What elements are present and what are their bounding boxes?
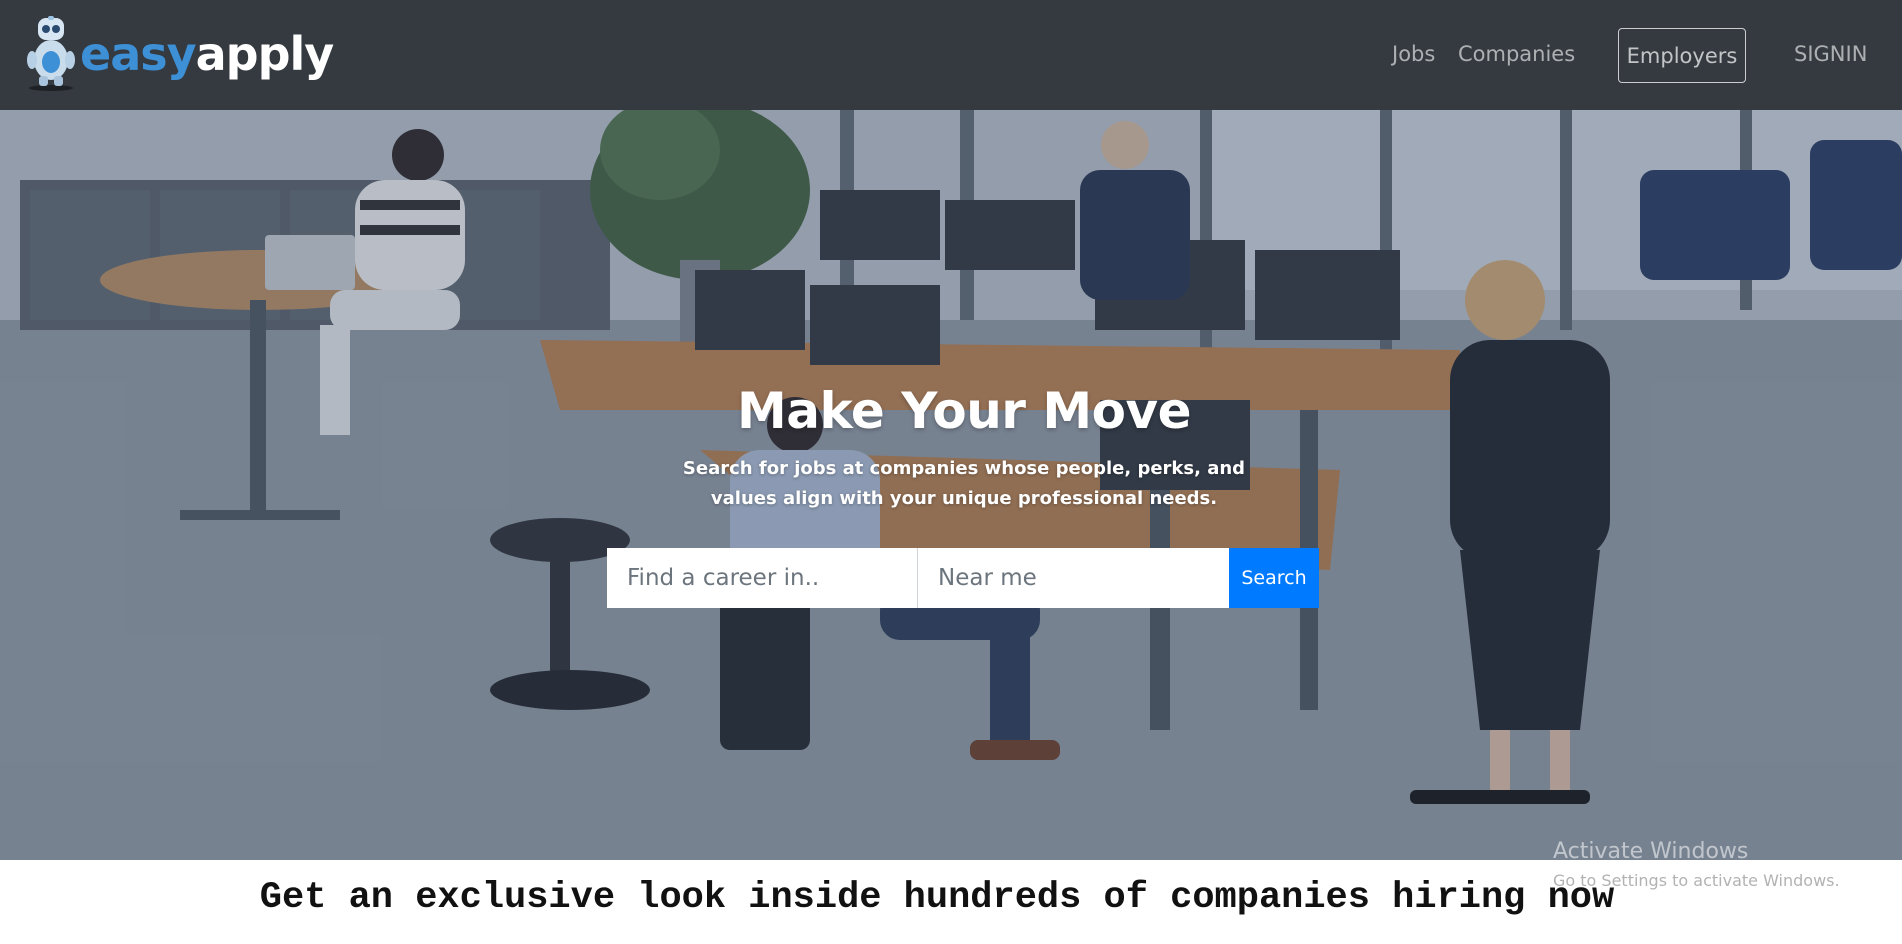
brand-wordmark-easy: easy [80, 27, 197, 81]
activate-windows-subtitle: Go to Settings to activate Windows. [1553, 871, 1840, 890]
top-navbar: easyapply Jobs Companies Employers SIGNI… [0, 0, 1902, 110]
brand-wordmark: easyapply [80, 31, 334, 77]
hero-subtitle: Search for jobs at companies whose peopl… [682, 458, 1246, 509]
brand-wordmark-apply: apply [195, 27, 335, 81]
activate-windows-title: Activate Windows [1553, 839, 1749, 864]
brand-logo[interactable]: easyapply [24, 14, 334, 94]
search-button[interactable]: Search [1229, 548, 1319, 608]
nav-employers-button[interactable]: Employers [1618, 28, 1746, 83]
hero-section: Make Your Move Search for jobs at compan… [0, 110, 1902, 860]
location-search-input[interactable] [918, 548, 1229, 608]
nav-jobs-link[interactable]: Jobs [1392, 40, 1435, 68]
robot-mascot-icon [24, 16, 78, 92]
activate-windows-watermark: Activate Windows Go to Settings to activ… [1553, 838, 1840, 892]
job-search-bar: Search [607, 548, 1319, 608]
nav-signin-link[interactable]: SIGNIN [1794, 40, 1867, 68]
hero-title: Make Your Move [737, 382, 1191, 440]
nav-companies-link[interactable]: Companies [1458, 40, 1575, 68]
career-search-input[interactable] [607, 548, 918, 608]
